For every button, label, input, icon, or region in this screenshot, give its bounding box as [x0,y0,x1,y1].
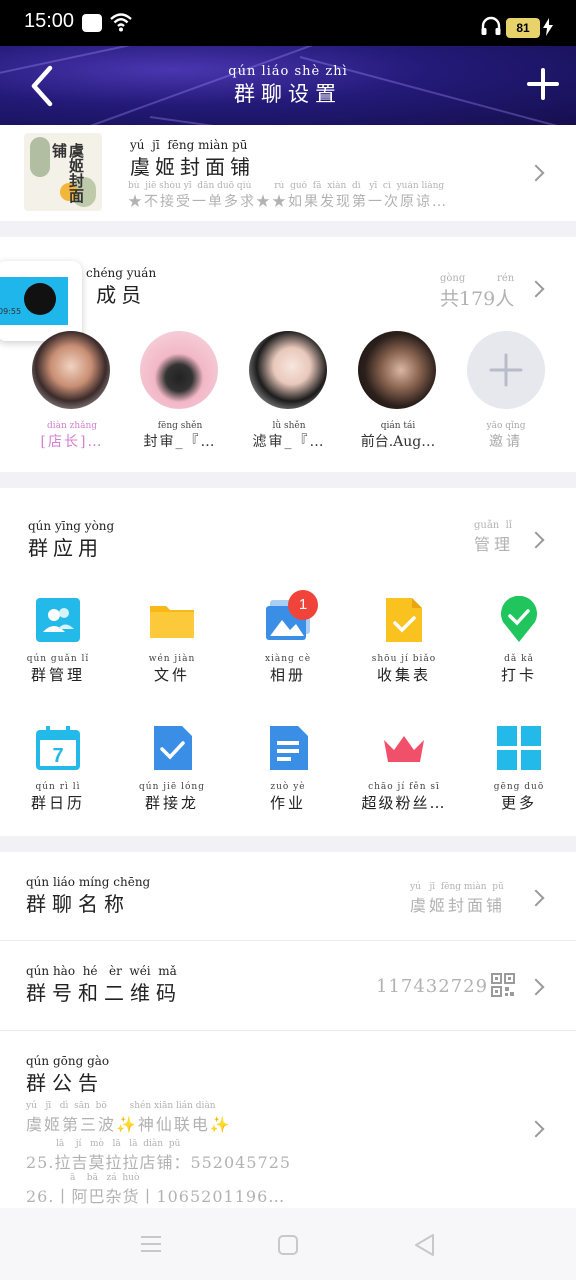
announcement-chevron-icon [527,1120,545,1138]
back-nav-icon[interactable] [413,1233,435,1257]
member-name-3: lǜ shěn 滤审_『… [252,421,326,450]
add-icon[interactable] [527,68,559,100]
announcement-line-2: lā jí mò lā lā diàn pū 25.拉吉莫拉拉店铺：552045… [26,1139,292,1172]
app-label-collect-form: shōu jí biǎo 收集表 [371,654,437,684]
app-label-homework: zuò yè 作业 [269,782,306,812]
app-label-album: xiàng cè 相册 [264,654,312,684]
group-apps-section: qún yīng yòng 群应用 guǎn lǐ 管理 1 qún guǎn … [0,488,576,836]
apps-chevron-icon[interactable] [527,531,545,549]
announcement-line-1: yú jī dì sān bō shén xiān lián diàn 虞姬第三… [26,1101,232,1134]
members-section: 09:55 chéng yuán 成员 gòng rén 共179人 diàn … [0,237,576,472]
member-count-pinyin: gòng rén [440,273,515,284]
charging-icon [543,18,553,36]
more-grid-icon[interactable] [495,724,543,772]
headphones-icon [481,16,501,35]
apps-label: qún yīng yòng 群应用 [28,519,115,560]
calendar-icon[interactable]: 7 [34,724,82,772]
app-label-calendar: qún rì lì 群日历 [30,782,85,812]
album-badge: 1 [288,590,318,620]
shop-logo-text: 虞姬封面铺 [50,143,85,203]
member-avatar-1[interactable] [32,331,110,409]
member-avatar-2[interactable] [140,331,218,409]
shop-name: 虞姬封面铺 [130,155,255,179]
invite-avatar-button[interactable] [467,331,545,409]
group-name-chevron-icon [527,889,545,907]
member-avatar-3[interactable] [249,331,327,409]
section-divider [0,221,576,237]
shop-logo: 虞姬封面铺 [24,133,102,211]
app-label-group-manage: qún guǎn lǐ 群管理 [26,654,90,684]
floating-video-widget[interactable]: 09:55 [0,261,82,341]
shop-chevron-icon [527,164,545,182]
shop-subtitle-pinyin: bù jiē shòu yī dān duō qiú rú guǒ fā xià… [128,181,445,191]
member-name-1: diàn zhǎng [店长]… [40,421,104,450]
header-bar: qún liáo shè zhì 群聊设置 [0,46,576,125]
shop-name-pinyin: yú jī fēng miàn pū [130,138,248,152]
group-qr-chevron-icon [527,978,545,996]
folder-icon[interactable] [148,596,196,644]
notification-icon [82,14,102,32]
shop-profile-row[interactable]: 虞姬封面铺 yú jī fēng miàn pū 虞姬封面铺 bù jiē sh… [0,125,576,221]
floating-widget-time: 09:55 [0,307,22,316]
members-label-pinyin: chéng yuán [86,266,157,280]
app-label-more: gēng duō 更多 [493,782,545,812]
group-name-label: qún liáo míng chēng 群聊名称 [26,875,151,916]
group-announcement-row[interactable]: qún gōng gào 群公告 yú jī dì sān bō shén xi… [0,1031,576,1208]
group-qr-label: qún hào hé èr wéi mǎ 群号和二维码 [26,964,182,1005]
invite-label[interactable]: yāo qǐng 邀请 [456,421,556,451]
system-nav-bar [0,1208,576,1280]
member-count[interactable]: gòng rén 共179人 [440,273,514,311]
app-label-file: wén jiàn 文件 [148,654,196,684]
shop-subtitle: ★不接受一单多求★★如果发现第一次原谅… [128,194,448,210]
section-divider [0,472,576,488]
member-count-text: 共179人 [440,288,515,310]
header-decoration [149,116,408,125]
member-name-4: qián tái 前台.Aug… [360,421,436,450]
members-chevron-icon[interactable] [527,280,545,298]
home-icon[interactable] [277,1234,299,1256]
page-title-text: 群聊设置 [233,82,342,106]
page-title-pinyin: qún liáo shè zhì [228,64,348,79]
group-qr-row[interactable]: qún hào hé èr wéi mǎ 群号和二维码 117432729 [0,941,576,1031]
app-label-checkin: dǎ kǎ 打卡 [500,654,537,684]
battery-indicator: 81 [506,18,540,38]
qr-code-icon[interactable] [491,973,515,997]
group-manage-icon[interactable] [34,596,82,644]
announcement-label: qún gōng gào 群公告 [26,1054,110,1095]
group-name-value: yú jī fēng miàn pū 虞姬封面铺 [410,882,506,915]
app-label-relay: qún jiē lóng 群接龙 [139,782,205,812]
member-avatar-4[interactable] [358,331,436,409]
svg-text:7: 7 [52,745,63,767]
menu-icon[interactable] [140,1234,162,1254]
collect-form-icon[interactable] [380,596,428,644]
members-label-row[interactable]: chéng yuán 成员 [86,267,156,308]
super-fans-icon[interactable] [380,724,428,772]
announcement-line-3: ā bā zá huò 26.丨阿巴杂货丨1065201196… [26,1173,286,1206]
section-divider [0,836,576,852]
group-name-row[interactable]: qún liáo míng chēng 群聊名称 yú jī fēng miàn… [0,852,576,941]
relay-icon[interactable] [148,724,196,772]
page-title: qún liáo shè zhì 群聊设置 [0,64,576,108]
homework-icon[interactable] [264,724,312,772]
members-label: 成员 [96,283,147,307]
status-time: 15:00 [24,10,75,32]
group-number: 117432729 [376,976,489,997]
app-label-super-fans: chāo jí fěn sī 超级粉丝… [361,782,447,812]
plus-icon [489,353,523,387]
checkin-icon[interactable] [495,595,543,644]
member-name-2: fēng shěn 封审_『… [143,421,217,450]
status-bar: 15:00 81 [0,0,576,46]
apps-manage-link[interactable]: guǎn lǐ 管理 [474,520,514,555]
wifi-icon [110,13,132,32]
